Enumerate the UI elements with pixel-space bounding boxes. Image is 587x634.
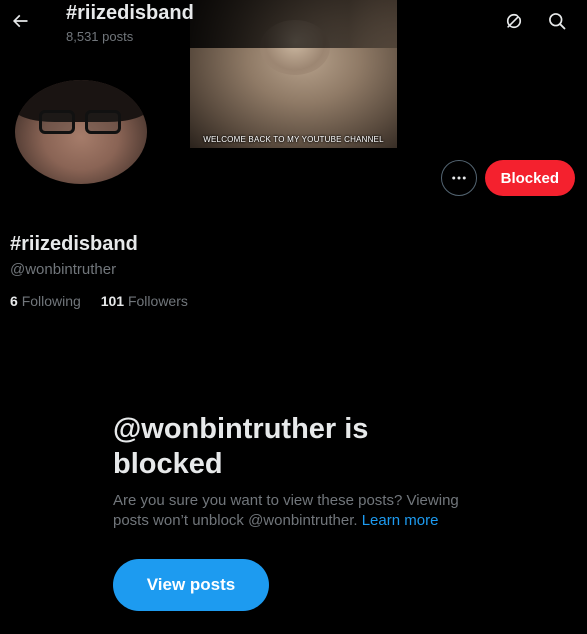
grok-icon bbox=[506, 13, 522, 29]
profile-actions: Blocked bbox=[440, 160, 575, 196]
top-header: #riizedisband 8,531 posts bbox=[0, 0, 587, 48]
view-posts-button[interactable]: View posts bbox=[113, 559, 269, 611]
header-title: #riizedisband bbox=[66, 2, 194, 24]
banner-caption: WELCOME BACK TO MY YOUTUBE CHANNEL bbox=[203, 135, 384, 144]
profile-display-name: #riizedisband bbox=[10, 233, 138, 255]
following-link[interactable]: 6 Following bbox=[10, 293, 85, 309]
followers-link[interactable]: 101 Followers bbox=[101, 293, 188, 309]
more-button[interactable] bbox=[440, 160, 477, 196]
avatar-photo bbox=[15, 80, 147, 184]
followers-count: 101 bbox=[100, 293, 125, 309]
blocked-button[interactable]: Blocked bbox=[484, 160, 575, 196]
search-icon bbox=[549, 13, 566, 30]
profile-handle: @wonbintruther bbox=[10, 261, 117, 278]
blocked-title: @wonbintruther is blocked bbox=[113, 413, 369, 480]
more-icon bbox=[451, 176, 466, 180]
header-posts-count: 8,531 posts bbox=[66, 29, 134, 44]
back-arrow-icon bbox=[12, 14, 28, 28]
following-label: Following bbox=[21, 293, 81, 309]
follow-stats: 6 Following 101 Followers bbox=[10, 293, 204, 309]
followers-label: Followers bbox=[127, 293, 188, 309]
following-count: 6 bbox=[10, 293, 18, 309]
learn-more-link[interactable]: Learn more bbox=[362, 512, 439, 529]
search-button[interactable] bbox=[546, 10, 568, 32]
header-overlay bbox=[160, 0, 430, 48]
grok-button[interactable] bbox=[503, 10, 525, 32]
blocked-description: Are you sure you want to view these post… bbox=[113, 491, 483, 531]
profile-avatar[interactable] bbox=[11, 76, 151, 188]
back-button[interactable] bbox=[8, 6, 32, 36]
